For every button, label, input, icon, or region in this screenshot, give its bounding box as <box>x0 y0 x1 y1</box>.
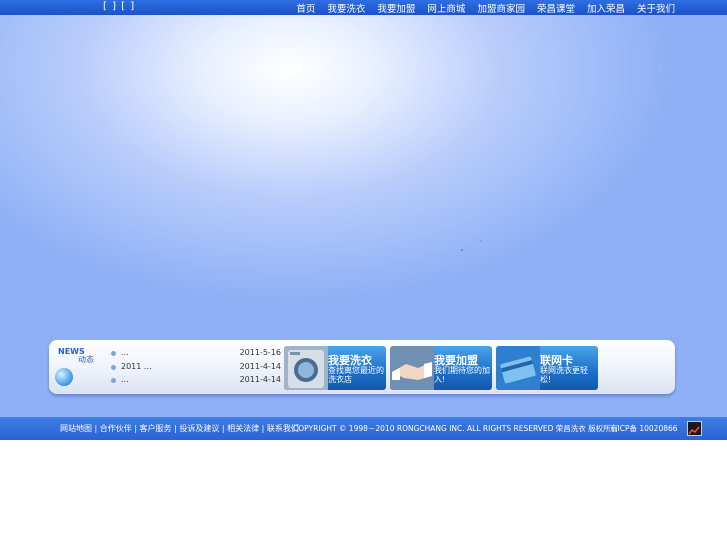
handshake-icon <box>390 346 434 390</box>
news-title[interactable]: 2011 ... <box>121 362 152 371</box>
news-date: 2011-4-14 <box>239 375 281 384</box>
nav-franchise[interactable]: 我要加盟 <box>377 1 415 15</box>
news-label: NEWS 动态 <box>58 347 106 365</box>
washing-machine-icon <box>284 346 328 390</box>
top-bar: [ ] [ ] 首页 我要洗衣 我要加盟 网上商城 加盟商家园 荣昌课堂 加入荣… <box>0 0 727 15</box>
decor-dot <box>461 249 463 251</box>
card-icon <box>496 346 540 390</box>
news-title[interactable]: ... <box>121 375 129 384</box>
bullet-icon <box>111 378 116 383</box>
nav-laundry[interactable]: 我要洗衣 <box>327 1 365 15</box>
card-subtitle: 联网洗衣更轻松! <box>540 366 588 384</box>
news-item[interactable]: ... 2011-5-16 <box>109 348 281 362</box>
nav-online-store[interactable]: 网上商城 <box>427 1 465 15</box>
decor-dot <box>480 240 482 242</box>
bullet-icon <box>111 351 116 356</box>
news-panel: NEWS 动态 ... 2011-5-16 2011 ... 2011-4-14… <box>49 340 675 394</box>
nav-franchisee-home[interactable]: 加盟商家园 <box>477 1 525 15</box>
bullet-icon <box>111 364 116 370</box>
news-date: 2011-4-14 <box>239 361 281 371</box>
main-nav: 首页 我要洗衣 我要加盟 网上商城 加盟商家园 荣昌课堂 加入荣昌 关于我们 <box>284 0 675 15</box>
language-switch[interactable]: [ ] [ ] <box>103 1 135 12</box>
news-date: 2011-5-16 <box>239 348 281 357</box>
laundry-card[interactable]: 我要洗衣 查找离您最近的洗衣店 <box>284 346 386 390</box>
stats-badge-icon[interactable] <box>687 421 702 436</box>
icp-number[interactable]: 京ICP备 10020866 <box>610 423 678 434</box>
nav-home[interactable]: 首页 <box>296 1 315 15</box>
nav-join[interactable]: 加入荣昌 <box>587 1 625 15</box>
network-card[interactable]: 联网卡 联网洗衣更轻松! <box>496 346 598 390</box>
news-title[interactable]: ... <box>121 348 129 357</box>
franchise-card[interactable]: 我要加盟 我们期待您的加入! <box>390 346 492 390</box>
footer-links[interactable]: 网站地图 | 合作伙伴 | 客户服务 | 投诉及建议 | 相关法律 | 联系我们 <box>60 423 299 434</box>
hero-background: [ ] [ ] 首页 我要洗衣 我要加盟 网上商城 加盟商家园 荣昌课堂 加入荣… <box>0 0 727 440</box>
footer-bar: 网站地图 | 合作伙伴 | 客户服务 | 投诉及建议 | 相关法律 | 联系我们… <box>0 417 727 440</box>
nav-classroom[interactable]: 荣昌课堂 <box>537 1 575 15</box>
news-list: ... 2011-5-16 2011 ... 2011-4-14 ... 201… <box>109 348 281 389</box>
news-label-cn: 动态 <box>78 355 94 364</box>
nav-about[interactable]: 关于我们 <box>637 1 675 15</box>
card-subtitle: 我们期待您的加入! <box>434 366 490 384</box>
news-item[interactable]: ... 2011-4-14 <box>109 375 281 389</box>
copyright: COPYRIGHT © 1998－2010 RONGCHANG INC. ALL… <box>293 424 619 433</box>
card-subtitle: 查找离您最近的洗衣店 <box>328 366 384 384</box>
news-item[interactable]: 2011 ... 2011-4-14 <box>109 362 281 376</box>
globe-icon <box>55 368 73 386</box>
